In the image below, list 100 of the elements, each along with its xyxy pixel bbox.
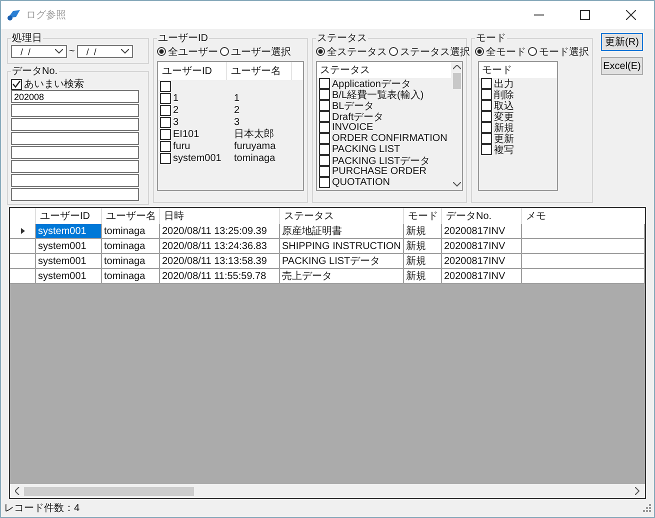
list-item[interactable]: PACKING LIST bbox=[332, 144, 400, 155]
checkbox[interactable] bbox=[481, 100, 492, 111]
radio-button[interactable]: ユーザー選択 bbox=[220, 44, 291, 58]
group-label: データNo. bbox=[11, 65, 59, 78]
checkbox[interactable] bbox=[319, 155, 330, 166]
checkbox[interactable] bbox=[160, 80, 171, 92]
list-item[interactable]: 出力 bbox=[494, 76, 514, 90]
date-picker[interactable]: / / bbox=[76, 45, 133, 58]
checkbox[interactable] bbox=[160, 152, 171, 164]
checkbox[interactable] bbox=[160, 104, 171, 116]
column-header[interactable]: ユーザーID bbox=[158, 62, 227, 80]
list-item[interactable]: 削除 bbox=[494, 88, 514, 102]
table-cell: 新規 bbox=[404, 254, 442, 268]
checkbox[interactable] bbox=[319, 122, 330, 133]
input-field[interactable] bbox=[11, 160, 139, 173]
list-item[interactable]: ORDER CONFIRMATION bbox=[332, 133, 448, 144]
list-item[interactable]: 更新 bbox=[494, 132, 514, 146]
radio-button[interactable]: ステータス選択 bbox=[389, 44, 470, 58]
scrollbar-thumb[interactable] bbox=[452, 73, 460, 89]
checkbox[interactable] bbox=[481, 144, 492, 155]
scrollbar-thumb[interactable] bbox=[24, 486, 194, 496]
action-button[interactable]: Excel(E) bbox=[601, 57, 643, 75]
table-cell: 2020/08/11 13:25:09.39 bbox=[160, 224, 280, 238]
list-item[interactable]: 取込 bbox=[494, 98, 514, 112]
list-header: ステータス bbox=[317, 62, 451, 78]
radio-button[interactable]: 全モード bbox=[475, 44, 526, 58]
input-field[interactable] bbox=[11, 118, 139, 131]
checkbox[interactable] bbox=[319, 177, 330, 188]
checkbox[interactable] bbox=[319, 78, 330, 89]
checkbox[interactable] bbox=[160, 140, 171, 152]
user-id: 3 bbox=[173, 116, 179, 128]
radio-button[interactable]: モード選択 bbox=[528, 44, 589, 58]
checkbox[interactable] bbox=[160, 128, 171, 140]
radio-icon[interactable] bbox=[157, 47, 166, 56]
table-cell: 2020/08/11 13:13:58.39 bbox=[160, 254, 280, 268]
radio-button[interactable]: 全ステータス bbox=[316, 44, 387, 58]
radio-icon[interactable] bbox=[475, 47, 484, 56]
table-cell: system001 bbox=[36, 254, 102, 268]
input-field[interactable] bbox=[11, 188, 139, 201]
table-cell: PACKING LISTデータ bbox=[280, 254, 404, 268]
radio-icon[interactable] bbox=[528, 47, 537, 56]
date-picker[interactable]: / / bbox=[11, 45, 67, 58]
user-id: system001 bbox=[173, 152, 222, 164]
list-item[interactable]: 変更 bbox=[494, 110, 514, 124]
checkbox-label: あいまい検索 bbox=[24, 78, 84, 91]
user-name: 2 bbox=[234, 104, 240, 116]
action-button[interactable]: 更新(R) bbox=[601, 33, 643, 51]
table-cell: 2020/08/11 13:24:36.83 bbox=[160, 239, 280, 253]
checkbox[interactable] bbox=[481, 78, 492, 89]
maximize-icon[interactable] bbox=[580, 10, 590, 20]
list-item[interactable]: Applicationデータ bbox=[332, 76, 411, 90]
list-item[interactable]: 複写 bbox=[494, 142, 514, 156]
checkbox[interactable] bbox=[481, 111, 492, 122]
list-item[interactable]: 新規 bbox=[494, 120, 514, 134]
radio-button[interactable]: 全ユーザー bbox=[157, 44, 218, 58]
checkbox[interactable] bbox=[11, 78, 22, 90]
radio-icon[interactable] bbox=[389, 47, 398, 56]
list-item[interactable]: Draftデータ bbox=[332, 110, 384, 124]
list-item[interactable]: PACKING LISTデータ bbox=[332, 154, 430, 168]
table-cell: 原産地証明書 bbox=[280, 224, 404, 238]
list-header: モード bbox=[479, 62, 557, 78]
checkbox[interactable] bbox=[481, 122, 492, 133]
horizontal-scrollbar[interactable] bbox=[10, 484, 645, 498]
checkbox[interactable] bbox=[481, 133, 492, 144]
input-field[interactable] bbox=[11, 104, 139, 117]
input-field[interactable] bbox=[11, 132, 139, 145]
checkbox[interactable] bbox=[319, 100, 330, 111]
vertical-scrollbar[interactable] bbox=[451, 62, 462, 190]
input-field[interactable] bbox=[11, 146, 139, 159]
column-header[interactable]: ユーザー名 bbox=[227, 62, 292, 80]
radio-icon[interactable] bbox=[316, 47, 325, 56]
input-field[interactable]: 202008 bbox=[11, 90, 139, 103]
table-cell: 新規 bbox=[404, 224, 442, 238]
checkbox[interactable] bbox=[160, 116, 171, 128]
app-icon bbox=[7, 9, 21, 21]
list-item[interactable]: INVOICE bbox=[332, 122, 374, 133]
resize-grip-icon[interactable] bbox=[643, 504, 651, 512]
list-item[interactable]: QUOTATION bbox=[332, 177, 390, 188]
checkbox[interactable] bbox=[319, 166, 330, 177]
input-field[interactable] bbox=[11, 174, 139, 187]
checkbox[interactable] bbox=[319, 111, 330, 122]
user-name: 日本太郎 bbox=[234, 128, 274, 141]
checkbox[interactable] bbox=[481, 89, 492, 100]
table-cell: 2020/08/11 11:55:59.78 bbox=[160, 269, 280, 283]
group-label: 処理日 bbox=[11, 32, 43, 45]
list-item[interactable]: PURCHASE ORDER bbox=[332, 166, 426, 177]
table-cell: 20200817INV bbox=[442, 254, 522, 268]
checkbox[interactable] bbox=[319, 89, 330, 100]
range-separator: ~ bbox=[69, 46, 75, 57]
checkbox[interactable] bbox=[319, 133, 330, 144]
checkbox[interactable] bbox=[319, 144, 330, 155]
close-icon[interactable] bbox=[626, 10, 636, 20]
checkbox[interactable] bbox=[160, 92, 171, 104]
user-name: 3 bbox=[234, 116, 240, 128]
user-id: furu bbox=[173, 140, 190, 152]
table-cell: tominaga bbox=[102, 254, 160, 268]
group-label: ユーザーID bbox=[157, 32, 209, 45]
list-item[interactable]: BLデータ bbox=[332, 98, 374, 112]
chevron-icon bbox=[55, 49, 63, 54]
radio-icon[interactable] bbox=[220, 47, 229, 56]
